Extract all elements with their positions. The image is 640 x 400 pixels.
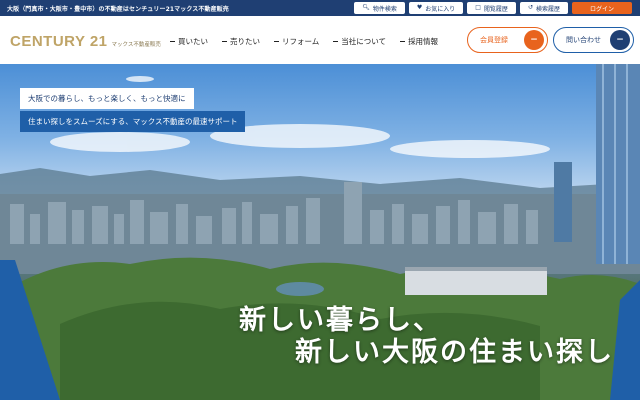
member-register-button[interactable]: 会員登録 −: [467, 27, 548, 53]
login-label: ログイン: [589, 5, 614, 13]
favorites-button[interactable]: ♥ お気に入り: [408, 2, 464, 14]
heart-icon: ♥: [416, 4, 423, 11]
hero-badge-support: 住まい探しをスムーズにする、マックス不動産の最速サポート: [20, 111, 246, 132]
nav-recruit[interactable]: 採用情報: [400, 36, 438, 47]
view-history-button[interactable]: □ 閲覧履歴: [467, 2, 516, 14]
hero-headline-line2: 新しい大阪の住まい探し: [295, 337, 614, 368]
favorites-label: お気に入り: [425, 5, 456, 13]
site-header: CENTURY 21 マックス不動産販売 買いたい 売りたい リフォーム 当社に…: [0, 16, 640, 64]
nav-about-label: 当社について: [341, 37, 387, 46]
search-history-button[interactable]: ↺ 検索履歴: [519, 2, 568, 14]
contact-label: 問い合わせ: [566, 36, 601, 44]
nav-recruit-label: 採用情報: [408, 37, 439, 46]
property-search-label: 物件検索: [372, 5, 397, 13]
minus-icon: −: [610, 30, 630, 50]
top-bar: 大阪（門真市・大阪市・豊中市）の不動産はセンチュリー21マックス不動産販売 🔍︎…: [0, 0, 640, 16]
hero-badge-lifestyle: 大阪での暮らし、もっと楽しく、もっと快適に: [20, 88, 194, 109]
search-icon: 🔍︎: [362, 4, 370, 11]
site-tagline: 大阪（門真市・大阪市・豊中市）の不動産はセンチュリー21マックス不動産販売: [7, 5, 229, 13]
nav-about[interactable]: 当社について: [333, 36, 386, 47]
search-history-label: 検索履歴: [535, 5, 560, 13]
nav-buy[interactable]: 買いたい: [170, 36, 208, 47]
minus-icon: −: [524, 30, 544, 50]
dash-icon: [333, 41, 339, 42]
hero-banner: 大阪での暮らし、もっと楽しく、もっと快適に 住まい探しをスムーズにする、マックス…: [0, 64, 640, 400]
nav-buy-label: 買いたい: [178, 37, 208, 46]
nav-sell[interactable]: 売りたい: [222, 36, 260, 47]
history-icon: ↺: [527, 4, 533, 11]
century21-logo[interactable]: CENTURY 21 マックス不動産販売: [10, 33, 161, 50]
nav-reform-label: リフォーム: [282, 37, 320, 46]
nav-sell-label: 売りたい: [230, 37, 260, 46]
logo-brand: CENTURY 21: [10, 33, 108, 50]
property-search-button[interactable]: 🔍︎ 物件検索: [354, 2, 405, 14]
main-nav: 買いたい 売りたい リフォーム 当社について 採用情報: [170, 36, 438, 47]
dash-icon: [274, 41, 279, 42]
member-register-label: 会員登録: [480, 36, 508, 44]
utility-menu: 🔍︎ 物件検索 ♥ お気に入り □ 閲覧履歴 ↺ 検索履歴 ログイン: [354, 2, 632, 14]
dash-icon: [400, 41, 406, 42]
document-icon: □: [475, 4, 481, 11]
nav-reform[interactable]: リフォーム: [274, 36, 319, 47]
logo-subtitle: マックス不動産販売: [111, 42, 161, 48]
contact-button[interactable]: 問い合わせ −: [553, 27, 634, 53]
view-history-label: 閲覧履歴: [483, 5, 508, 13]
login-button[interactable]: ログイン: [571, 2, 632, 14]
dash-icon: [170, 41, 175, 42]
dash-icon: [222, 41, 227, 42]
